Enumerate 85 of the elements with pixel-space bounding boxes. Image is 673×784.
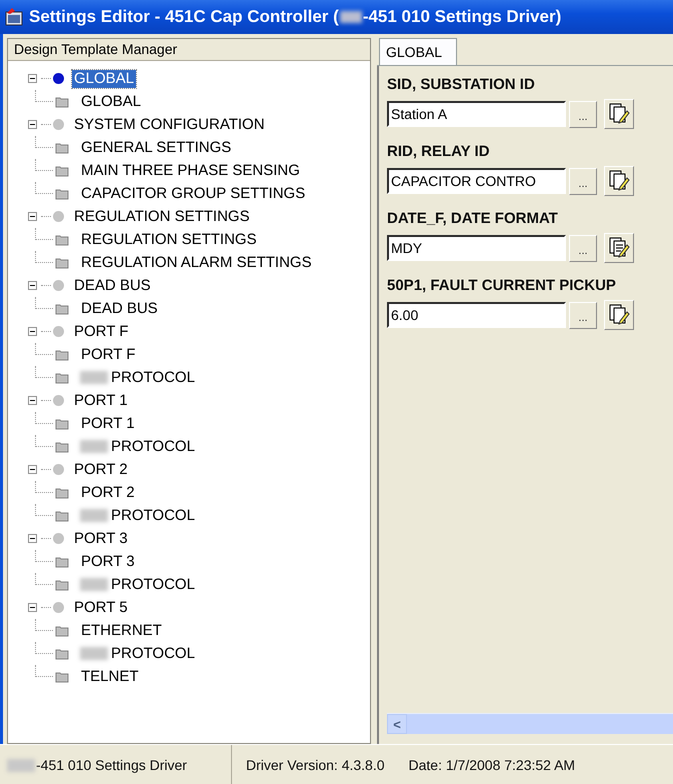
tree-item[interactable]: PORT 1 (72, 392, 130, 410)
folder-icon (55, 578, 69, 590)
editor-button[interactable] (604, 166, 634, 196)
collapse-toggle[interactable] (28, 534, 37, 543)
tree-item[interactable]: DEAD BUS (79, 300, 160, 318)
tree-item[interactable]: GENERAL SETTINGS (79, 138, 234, 156)
folder-icon (55, 440, 69, 452)
tree-item[interactable]: REGULATION SETTINGS (79, 230, 259, 248)
tree-item[interactable]: REGULATION ALARM SETTINGS (79, 254, 314, 272)
folder-icon (55, 372, 69, 384)
browse-button[interactable]: ... (569, 302, 597, 328)
browse-button[interactable]: ... (569, 234, 597, 262)
folder-icon (55, 486, 69, 498)
tree-item[interactable]: PROTOCOL (109, 644, 197, 662)
folder-icon (55, 256, 69, 268)
tree-item[interactable]: GLOBAL (79, 92, 144, 110)
collapse-toggle[interactable] (28, 603, 37, 612)
collapse-toggle[interactable] (28, 396, 37, 405)
folder-icon (55, 648, 69, 660)
tree-item[interactable]: PROTOCOL (109, 576, 197, 594)
tree-item[interactable]: PROTOCOL (109, 506, 197, 524)
scroll-left-button[interactable]: < (387, 714, 407, 734)
folder-icon (55, 234, 69, 246)
horizontal-scrollbar[interactable]: < (387, 713, 673, 734)
folder-icon (55, 164, 69, 176)
editor-button[interactable] (604, 300, 634, 330)
setting-label: SID, SUBSTATION ID (387, 76, 536, 93)
tree-item[interactable]: PORT F (79, 346, 138, 364)
tree-item[interactable]: PORT 3 (79, 552, 137, 570)
collapse-toggle[interactable] (28, 465, 37, 474)
folder-icon (55, 96, 69, 108)
tree-item[interactable]: PORT 5 (72, 598, 130, 616)
setting-label: RID, RELAY ID (387, 143, 491, 160)
tree-item[interactable]: CAPACITOR GROUP SETTINGS (79, 184, 308, 202)
collapse-toggle[interactable] (28, 281, 37, 290)
tree-item[interactable]: PORT 2 (72, 460, 130, 478)
app-icon (4, 7, 24, 27)
tree-item[interactable]: SYSTEM CONFIGURATION (72, 116, 267, 134)
input-field[interactable]: Station A (387, 101, 566, 127)
tree-item[interactable]: TELNET (79, 668, 141, 686)
status-text: Date: 1/7/2008 7:23:52 AM (408, 757, 576, 773)
folder-icon (55, 142, 69, 154)
edit-icon (608, 169, 630, 193)
tree-item[interactable]: PORT 1 (79, 414, 137, 432)
status-text: -451 010 Settings Driver (36, 757, 187, 773)
edit-icon (608, 303, 630, 327)
tree-item[interactable]: GLOBAL (72, 70, 136, 88)
input-field[interactable]: MDY (387, 235, 566, 261)
folder-icon (55, 418, 69, 430)
collapse-toggle[interactable] (28, 327, 37, 336)
folder-icon (55, 302, 69, 314)
tree-item[interactable]: ETHERNET (79, 622, 164, 640)
setting-label: 50P1, FAULT CURRENT PICKUP (387, 277, 617, 294)
tree-item[interactable]: PORT 3 (72, 530, 130, 548)
editor-button[interactable] (604, 233, 634, 263)
browse-button[interactable]: ... (569, 168, 597, 194)
tree-item[interactable]: REGULATION SETTINGS (72, 208, 252, 226)
folder-icon (55, 670, 69, 682)
tree-item[interactable]: DEAD BUS (72, 276, 153, 294)
redaction-blur (7, 758, 35, 772)
browse-button[interactable]: ... (569, 100, 597, 128)
status-text: Driver Version: 4.3.8.0 (245, 757, 385, 773)
folder-icon (55, 510, 69, 522)
redaction-blur (340, 11, 362, 23)
folder-icon (55, 556, 69, 568)
folder-icon (55, 624, 69, 636)
tab[interactable]: GLOBAL (379, 38, 458, 65)
edit-list-icon (608, 236, 630, 260)
setting-label: DATE_F, DATE FORMAT (387, 210, 559, 227)
collapse-toggle[interactable] (28, 212, 37, 221)
tree-item[interactable]: PORT F (72, 322, 130, 340)
folder-icon (55, 188, 69, 200)
panel-header: Design Template Manager (8, 39, 370, 61)
input-field[interactable]: 6.00 (387, 302, 566, 328)
tree-item[interactable]: PORT 2 (79, 484, 137, 502)
folder-icon (55, 348, 69, 360)
collapse-toggle[interactable] (28, 74, 37, 83)
collapse-toggle[interactable] (28, 120, 37, 129)
tree-item[interactable]: PROTOCOL (109, 438, 197, 456)
edit-icon (608, 102, 630, 126)
input-field[interactable]: CAPACITOR CONTRO (387, 168, 566, 194)
editor-button[interactable] (604, 99, 634, 129)
tree-item[interactable]: PROTOCOL (109, 368, 197, 386)
window-title: Settings Editor - 451C Cap Controller ( -451 010 Settings Driver) (29, 7, 562, 27)
tree-item[interactable]: MAIN THREE PHASE SENSING (79, 162, 302, 180)
